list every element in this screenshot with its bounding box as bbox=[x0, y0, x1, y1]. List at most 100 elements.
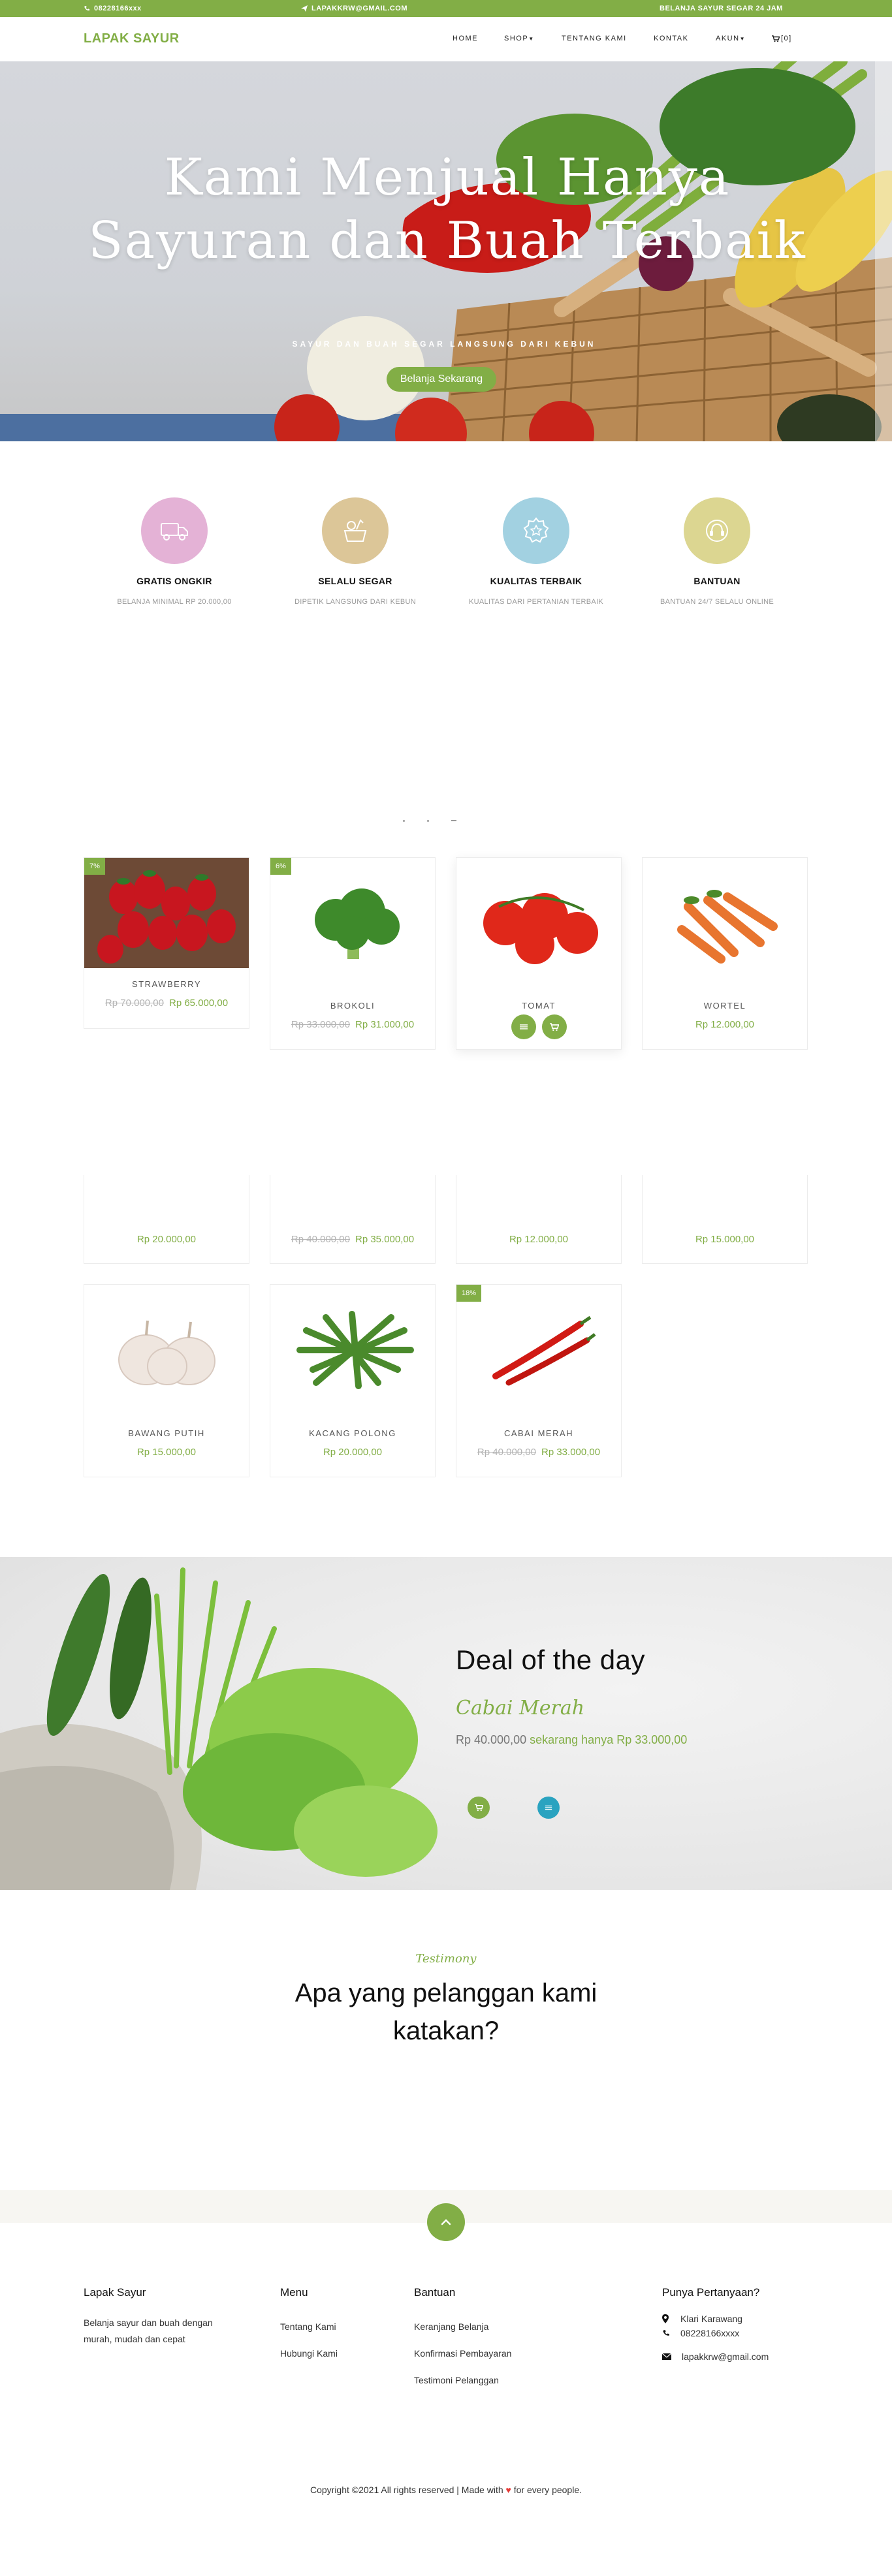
hero-subtitle: SAYUR DAN BUAH SEGAR LANGSUNG DARI KEBUN bbox=[292, 339, 596, 349]
topbar-tagline: BELANJA SAYUR SEGAR 24 JAM bbox=[660, 5, 783, 12]
service-icon-circle bbox=[503, 497, 569, 564]
footer-email[interactable]: lapakkrw@gmail.com bbox=[662, 2351, 769, 2362]
nav-about[interactable]: TENTANG KAMI bbox=[562, 35, 627, 42]
service-desc: DIPETIK LANGSUNG DARI KEBUN bbox=[295, 598, 416, 606]
carousel-dots bbox=[403, 820, 456, 822]
footer-link-payment-confirmation[interactable]: Konfirmasi Pembayaran bbox=[414, 2348, 511, 2359]
discount-badge: 6% bbox=[270, 858, 291, 875]
product-price: Rp 15.000,00 bbox=[84, 1447, 249, 1458]
testimony-title: Apa yang pelanggan kami katakan? bbox=[295, 1979, 597, 2045]
nav-home[interactable]: HOME bbox=[453, 35, 478, 42]
shop-now-button[interactable]: Belanja Sekarang bbox=[387, 367, 496, 392]
red-chili-image bbox=[492, 1315, 596, 1386]
quality-badge-icon bbox=[523, 517, 549, 543]
current-price: Rp 15.000,00 bbox=[136, 1447, 197, 1458]
service-desc: KUALITAS DARI PERTANIAN TERBAIK bbox=[469, 598, 603, 606]
product-name: BROKOLI bbox=[330, 1001, 375, 1011]
current-price: Rp 33.000,00 bbox=[541, 1447, 601, 1458]
hero-banner: Kami Menjual Hanya Sayuran dan Buah Terb… bbox=[0, 61, 892, 441]
service-desc: BELANJA MINIMAL RP 20.000,00 bbox=[117, 598, 232, 606]
old-price: Rp 33.000,00 bbox=[291, 1019, 350, 1030]
product-price: Rp 12.000,00 bbox=[643, 1019, 807, 1030]
copyright-text: Copyright ©2021 All rights reserved | Ma… bbox=[310, 2485, 503, 2495]
menu-lines-icon bbox=[520, 1024, 528, 1029]
product-card-row2-1[interactable]: Rp 20.000,00 bbox=[84, 1175, 249, 1264]
caret-down-icon: ▼ bbox=[739, 36, 746, 42]
footer-link-cart[interactable]: Keranjang Belanja bbox=[414, 2321, 488, 2332]
product-card-kacang-polong[interactable]: KACANG POLONG Rp 20.000,00 bbox=[270, 1284, 436, 1477]
service-icon-circle bbox=[322, 497, 389, 564]
product-name: BAWANG PUTIH bbox=[128, 1428, 205, 1438]
product-card-wortel[interactable]: WORTEL Rp 12.000,00 bbox=[642, 857, 808, 1050]
vegetable-basket-icon bbox=[343, 519, 367, 542]
footer-about-desc: Belanja sayur dan buah dengan murah, mud… bbox=[84, 2317, 213, 2344]
deal-add-to-cart-button[interactable] bbox=[468, 1797, 490, 1819]
copyright-suffix: for every people. bbox=[513, 2485, 582, 2495]
deal-offer: sekarang hanya Rp 33.000,00 bbox=[530, 1733, 688, 1746]
hero-title: Kami Menjual Hanya Sayuran dan Buah Terb… bbox=[88, 148, 806, 270]
deal-old-price: Rp 40.000,00 bbox=[456, 1733, 527, 1746]
shopping-cart-icon bbox=[772, 35, 780, 42]
deal-title: Deal of the day bbox=[456, 1644, 646, 1675]
current-price: Rp 15.000,00 bbox=[695, 1234, 755, 1245]
footer-about-title: Lapak Sayur bbox=[84, 2286, 146, 2299]
product-price: Rp 15.000,00 bbox=[643, 1234, 807, 1245]
nav-contact[interactable]: KONTAK bbox=[654, 35, 688, 42]
product-card-cabai-merah[interactable]: 18% CABAI MERAH Rp 40.000,00 Rp 33.000,00 bbox=[456, 1284, 622, 1477]
strawberry-image bbox=[84, 858, 249, 968]
add-to-cart-button[interactable] bbox=[542, 1014, 567, 1039]
product-card-row2-4[interactable]: Rp 15.000,00 bbox=[642, 1175, 808, 1264]
nav-cart[interactable]: [0] bbox=[772, 35, 792, 42]
cart-count: [0] bbox=[781, 35, 792, 42]
menu-lines-icon bbox=[545, 1805, 552, 1810]
footer-email-text: lapakkrw@gmail.com bbox=[682, 2351, 769, 2362]
product-card-strawberry[interactable]: 7% STRAWBERRY Rp 70.000,00 Rp 65.000,00 bbox=[84, 857, 249, 1029]
service-title: SELALU SEGAR bbox=[318, 576, 392, 586]
footer-link-about[interactable]: Tentang Kami bbox=[280, 2321, 336, 2332]
deal-view-detail-button[interactable] bbox=[537, 1797, 560, 1819]
shopping-cart-icon bbox=[474, 1804, 483, 1812]
service-desc: BANTUAN 24/7 SELALU ONLINE bbox=[660, 598, 774, 606]
current-price: Rp 31.000,00 bbox=[355, 1019, 415, 1030]
product-price: Rp 40.000,00 Rp 35.000,00 bbox=[270, 1234, 435, 1245]
footer-help-title: Bantuan bbox=[414, 2286, 456, 2299]
service-always-fresh: SELALU SEGAR DIPETIK LANGSUNG DARI KEBUN bbox=[270, 497, 440, 606]
footer-phone[interactable]: 08228166xxxx bbox=[662, 2328, 739, 2338]
product-card-bawang-putih[interactable]: BAWANG PUTIH Rp 15.000,00 bbox=[84, 1284, 249, 1477]
main-navbar: LAPAK SAYUR HOME SHOP▼ TENTANG KAMI KONT… bbox=[0, 17, 892, 61]
nav-shop[interactable]: SHOP▼ bbox=[504, 35, 535, 42]
product-card-tomat[interactable]: TOMAT bbox=[456, 857, 622, 1050]
old-price: Rp 40.000,00 bbox=[477, 1447, 536, 1458]
service-free-shipping: GRATIS ONGKIR BELANJA MINIMAL RP 20.000,… bbox=[89, 497, 259, 606]
product-price: Rp 12.000,00 bbox=[456, 1234, 621, 1245]
scroll-to-top-button[interactable] bbox=[427, 2203, 465, 2241]
service-best-quality: KUALITAS TERBAIK KUALITAS DARI PERTANIAN… bbox=[451, 497, 621, 606]
carousel-dot[interactable] bbox=[451, 820, 456, 821]
carousel-dot[interactable] bbox=[427, 820, 429, 822]
current-price: Rp 12.000,00 bbox=[695, 1019, 755, 1030]
deal-product-name: Cabai Merah bbox=[456, 1697, 585, 1720]
old-price: Rp 40.000,00 bbox=[291, 1234, 350, 1245]
product-price: Rp 33.000,00 Rp 31.000,00 bbox=[270, 1019, 435, 1030]
product-card-brokoli[interactable]: 6% BROKOLI Rp 33.000,00 Rp 31.000,00 bbox=[270, 857, 436, 1050]
footer-link-contact[interactable]: Hubungi Kami bbox=[280, 2348, 338, 2359]
nav-shop-label: SHOP bbox=[504, 35, 529, 42]
footer-link-testimonials[interactable]: Testimoni Pelanggan bbox=[414, 2375, 499, 2385]
product-price: Rp 70.000,00 Rp 65.000,00 bbox=[84, 997, 249, 1009]
chevron-up-icon bbox=[441, 2219, 451, 2225]
current-price: Rp 20.000,00 bbox=[136, 1234, 197, 1245]
product-card-row2-3[interactable]: Rp 12.000,00 bbox=[456, 1175, 622, 1264]
view-detail-button[interactable] bbox=[511, 1014, 536, 1039]
product-name: STRAWBERRY bbox=[131, 979, 201, 989]
nav-account[interactable]: AKUN▼ bbox=[716, 35, 746, 42]
brand-logo[interactable]: LAPAK SAYUR bbox=[84, 31, 180, 46]
footer-menu-title: Menu bbox=[280, 2286, 308, 2299]
copyright: Copyright ©2021 All rights reserved | Ma… bbox=[0, 2485, 892, 2495]
paper-plane-icon bbox=[301, 5, 308, 12]
caret-down-icon: ▼ bbox=[528, 36, 535, 42]
footer-address: Klari Karawang bbox=[662, 2314, 742, 2324]
carousel-dot[interactable] bbox=[403, 820, 405, 822]
service-icon-circle bbox=[684, 497, 750, 564]
product-card-row2-2[interactable]: Rp 40.000,00 Rp 35.000,00 bbox=[270, 1175, 436, 1264]
shopping-cart-icon bbox=[550, 1022, 559, 1031]
